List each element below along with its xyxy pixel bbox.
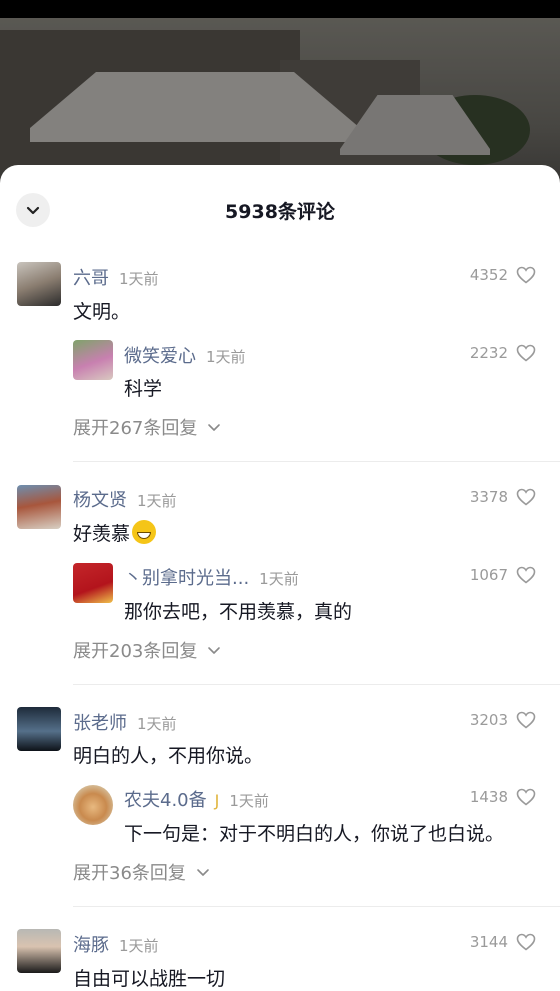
- reply-username[interactable]: 农夫4.0备: [124, 786, 207, 812]
- like-button[interactable]: 4352: [470, 266, 536, 284]
- timestamp: 1天前: [119, 937, 159, 955]
- reply-avatar[interactable]: [73, 340, 113, 380]
- heart-icon: [516, 344, 536, 362]
- reply-like-button[interactable]: 1438: [470, 788, 536, 806]
- chevron-down-icon: [197, 869, 209, 876]
- comment-text[interactable]: 明白的人，不用你说。: [73, 741, 263, 768]
- reply-timestamp: 1天前: [229, 792, 269, 810]
- heart-icon: [516, 266, 536, 284]
- username[interactable]: 六哥: [73, 264, 109, 290]
- reply-like-button[interactable]: 2232: [470, 344, 536, 362]
- expand-replies-button[interactable]: 展开36条回复: [73, 859, 210, 885]
- comment-meta: 杨文贤 1天前: [73, 486, 177, 512]
- avatar[interactable]: [17, 929, 61, 973]
- reply-text[interactable]: 科学: [124, 374, 162, 401]
- reply-avatar[interactable]: [73, 785, 113, 825]
- timestamp: 1天前: [119, 270, 159, 288]
- username[interactable]: 海豚: [73, 931, 109, 957]
- comment-meta: 海豚 1天前: [73, 931, 159, 957]
- heart-icon: [516, 711, 536, 729]
- comment-meta: 六哥 1天前: [73, 264, 159, 290]
- heart-icon: [516, 566, 536, 584]
- like-button[interactable]: 3144: [470, 933, 536, 951]
- comment-text-content: 好羡慕: [73, 523, 131, 545]
- divider: [73, 684, 560, 685]
- reply-like-button[interactable]: 1067: [470, 566, 536, 584]
- like-count: 3378: [469, 488, 508, 506]
- like-button[interactable]: 3203: [470, 711, 536, 729]
- comment-count-title: 5938条评论: [225, 201, 335, 223]
- like-button[interactable]: 3378: [470, 488, 536, 506]
- reply-meta: 微笑爱心 1天前: [124, 342, 246, 368]
- reply-avatar[interactable]: [73, 563, 113, 603]
- vip-badge-icon: 𝖩: [214, 791, 220, 810]
- like-count: 4352: [469, 266, 508, 284]
- username[interactable]: 杨文贤: [73, 486, 127, 512]
- heart-icon: [516, 488, 536, 506]
- comment-meta: 张老师 1天前: [73, 709, 177, 735]
- expand-replies-label: 展开203条回复: [73, 641, 198, 662]
- reply-meta: 农夫4.0备 𝖩 1天前: [124, 786, 269, 812]
- reply-like-count: 1438: [469, 788, 508, 806]
- timestamp: 1天前: [137, 492, 177, 510]
- reply-timestamp: 1天前: [206, 348, 246, 366]
- expand-replies-label: 展开267条回复: [73, 418, 198, 439]
- comment-header: 5938条评论: [0, 165, 560, 255]
- expand-replies-label: 展开36条回复: [73, 863, 186, 884]
- reply-text[interactable]: 下一句是：对于不明白的人，你说了也白说。: [124, 819, 504, 846]
- like-count: 3203: [469, 711, 508, 729]
- avatar[interactable]: [17, 707, 61, 751]
- reply-timestamp: 1天前: [259, 570, 299, 588]
- reply-username[interactable]: 丶别拿时光当...: [124, 564, 249, 590]
- reply-username[interactable]: 微笑爱心: [124, 342, 196, 368]
- chevron-down-icon: [208, 424, 221, 431]
- divider: [73, 906, 560, 907]
- avatar[interactable]: [17, 485, 61, 529]
- comment-text[interactable]: 好羡慕: [73, 519, 157, 546]
- like-count: 3144: [469, 933, 508, 951]
- grin-emoji-icon: [132, 520, 157, 544]
- heart-icon: [516, 788, 536, 806]
- comment-text[interactable]: 自由可以战胜一切: [73, 964, 225, 991]
- expand-replies-button[interactable]: 展开267条回复: [73, 414, 221, 440]
- divider: [73, 461, 560, 462]
- comment-text[interactable]: 文明。: [73, 297, 130, 324]
- avatar[interactable]: [17, 262, 61, 306]
- reply-text[interactable]: 那你去吧，不用羡慕，真的: [124, 597, 352, 624]
- chevron-down-icon: [208, 647, 221, 654]
- username[interactable]: 张老师: [73, 709, 127, 735]
- timestamp: 1天前: [137, 715, 177, 733]
- heart-icon: [516, 933, 536, 951]
- expand-replies-button[interactable]: 展开203条回复: [73, 637, 221, 663]
- reply-like-count: 1067: [469, 566, 508, 584]
- reply-meta: 丶别拿时光当... 1天前: [124, 564, 299, 590]
- reply-like-count: 2232: [469, 344, 508, 362]
